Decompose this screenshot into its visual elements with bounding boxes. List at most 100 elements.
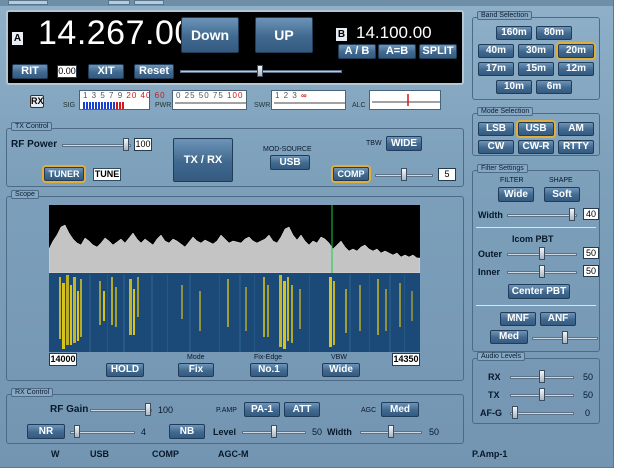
slider-thumb[interactable]	[388, 425, 394, 438]
vfo-a-frequency[interactable]: 14.267.00	[38, 14, 194, 53]
rf-power-slider[interactable]	[62, 138, 131, 151]
slider-thumb[interactable]	[257, 65, 263, 77]
comp-level-value: 5	[438, 168, 456, 181]
notch-width-button[interactable]: Med	[490, 330, 528, 344]
alc-scale	[372, 94, 440, 106]
center-pbt-button[interactable]: Center PBT	[508, 284, 570, 299]
filter-button[interactable]: Wide	[498, 187, 534, 202]
slider-thumb[interactable]	[123, 138, 129, 151]
a-equals-b-button[interactable]: A=B	[378, 44, 416, 59]
slider-thumb[interactable]	[539, 265, 545, 278]
audio-afg-label: AF-G	[480, 408, 502, 418]
slider-thumb[interactable]	[562, 331, 568, 344]
scope-mode-button[interactable]: Fix	[178, 363, 214, 377]
nb-level-slider[interactable]	[242, 425, 306, 438]
slider-thumb[interactable]	[74, 425, 80, 438]
slider-thumb[interactable]	[145, 403, 151, 416]
band-button-80m[interactable]: 80m	[536, 26, 572, 40]
alc-meter	[369, 90, 441, 110]
down-button[interactable]: Down	[181, 17, 239, 53]
audio-rx-slider[interactable]	[510, 370, 574, 383]
comp-level-slider[interactable]	[375, 168, 433, 181]
band-button-15m[interactable]: 15m	[518, 62, 554, 76]
nb-level-label: Level	[213, 427, 237, 437]
pwr-label: PWR	[155, 102, 172, 109]
nb-width-slider[interactable]	[360, 425, 422, 438]
spectrum-scope[interactable]	[49, 205, 420, 352]
slider-thumb[interactable]	[401, 168, 407, 181]
band-button-10m[interactable]: 10m	[496, 80, 532, 94]
att-button[interactable]: ATT	[284, 402, 320, 417]
radio-control-window: A 14.267.00 Down UP B 14.100.00 A / B A=…	[0, 0, 614, 468]
pbt-inner-value: 50	[583, 265, 599, 277]
filter-width-slider[interactable]	[507, 208, 577, 221]
scope-mode-caption: Mode	[187, 354, 205, 361]
top-strip	[0, 0, 613, 6]
comp-button[interactable]: COMP	[333, 167, 369, 181]
band-button-20m[interactable]: 20m	[558, 44, 594, 58]
slider-thumb[interactable]	[539, 370, 545, 383]
mod-source-label: MOD-SOURCE	[263, 146, 312, 153]
mode-button-rtty[interactable]: RTTY	[558, 140, 594, 154]
audio-afg-slider[interactable]	[510, 406, 574, 419]
split-button[interactable]: SPLIT	[419, 44, 457, 59]
pbt-outer-value: 50	[583, 247, 599, 259]
mnf-button[interactable]: MNF	[500, 312, 536, 326]
rf-gain-slider[interactable]	[90, 403, 152, 416]
audio-tx-value: 50	[583, 390, 594, 400]
fix-edge-button[interactable]: No.1	[250, 363, 288, 377]
tuner-button[interactable]: TUNER	[44, 167, 84, 181]
mode-button-cw[interactable]: CW	[478, 140, 514, 154]
anf-button[interactable]: ANF	[540, 312, 576, 326]
nr-level-slider[interactable]	[70, 425, 135, 438]
slider-track	[62, 143, 131, 147]
band-button-17m[interactable]: 17m	[478, 62, 514, 76]
vfo-b-frequency[interactable]: 14.100.00	[356, 23, 432, 43]
filter-settings-panel: Filter Settings	[472, 164, 600, 352]
slider-thumb[interactable]	[539, 247, 545, 260]
band-button-160m[interactable]: 160m	[496, 26, 532, 40]
agc-button[interactable]: Med	[381, 402, 419, 417]
tx-rx-button[interactable]: TX / RX	[173, 138, 233, 182]
swr-ticks	[274, 102, 345, 104]
vbw-button[interactable]: Wide	[322, 363, 360, 377]
band-button-30m[interactable]: 30m	[518, 44, 554, 58]
slider-track	[90, 408, 152, 412]
band-button-6m[interactable]: 6m	[536, 80, 572, 94]
vbw-caption: VBW	[331, 354, 347, 361]
reset-button[interactable]: Reset	[134, 64, 174, 79]
vfo-b-badge: B	[336, 28, 347, 41]
rit-button[interactable]: RIT	[12, 64, 48, 79]
slider-thumb[interactable]	[539, 388, 545, 401]
filter-divider	[476, 227, 596, 228]
nb-button[interactable]: NB	[169, 424, 205, 439]
mode-button-lsb[interactable]: LSB	[478, 122, 514, 136]
a-b-swap-button[interactable]: A / B	[338, 44, 376, 59]
pa1-button[interactable]: PA-1	[244, 402, 280, 417]
pbt-outer-slider[interactable]	[507, 247, 577, 260]
band-button-40m[interactable]: 40m	[478, 44, 514, 58]
status-filter-width: W	[51, 449, 60, 459]
mode-button-cw-r[interactable]: CW-R	[518, 140, 554, 154]
tune-button[interactable]: TUNE	[93, 168, 121, 181]
up-button[interactable]: UP	[255, 17, 313, 53]
nb-width-value: 50	[429, 427, 440, 437]
scope-hold-button[interactable]: HOLD	[106, 363, 144, 377]
audio-tx-slider[interactable]	[510, 388, 574, 401]
slider-thumb[interactable]	[512, 406, 518, 419]
xit-button[interactable]: XIT	[88, 64, 124, 79]
rit-xit-slider[interactable]	[180, 65, 342, 77]
rf-gain-value: 100	[158, 405, 174, 415]
shape-button[interactable]: Soft	[544, 187, 580, 202]
band-button-12m[interactable]: 12m	[558, 62, 594, 76]
nr-button[interactable]: NR	[27, 424, 65, 439]
slider-thumb[interactable]	[271, 425, 277, 438]
mode-button-usb[interactable]: USB	[518, 122, 554, 136]
nr-level-value: 4	[141, 427, 147, 437]
pbt-inner-slider[interactable]	[507, 265, 577, 278]
notch-frequency-slider[interactable]	[532, 331, 598, 344]
mod-source-button[interactable]: USB	[270, 155, 310, 170]
tbw-button[interactable]: WIDE	[386, 136, 422, 151]
slider-thumb[interactable]	[569, 208, 575, 221]
mode-button-am[interactable]: AM	[558, 122, 594, 136]
